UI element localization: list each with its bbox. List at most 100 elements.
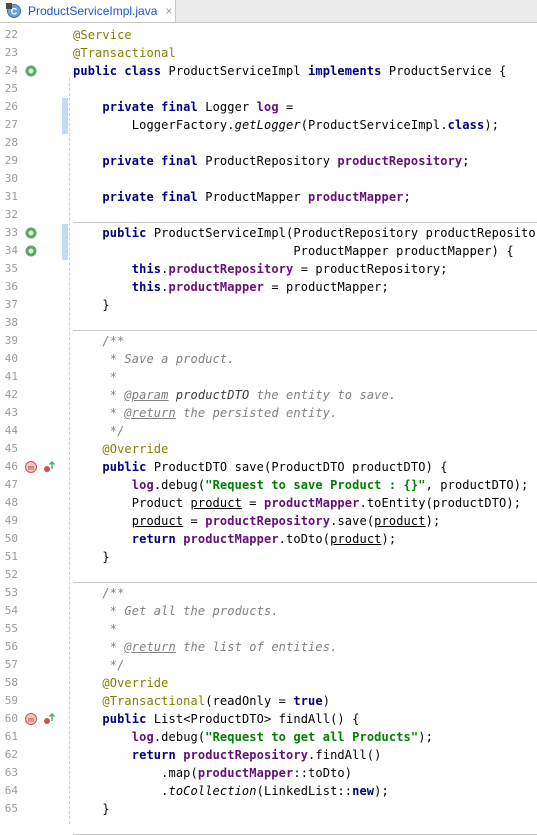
code-text: public List<ProductDTO> findAll() { bbox=[73, 710, 359, 728]
vcs-change-marker[interactable] bbox=[62, 98, 68, 134]
bean-green-icon[interactable] bbox=[24, 244, 38, 261]
code-line[interactable]: 28 bbox=[0, 134, 537, 152]
line-number: 56 bbox=[0, 638, 18, 656]
code-line[interactable]: 27 LoggerFactory.getLogger(ProductServic… bbox=[0, 116, 537, 134]
line-number: 54 bbox=[0, 602, 18, 620]
line-number: 40 bbox=[0, 350, 18, 368]
code-line[interactable]: 61 log.debug("Request to get all Product… bbox=[0, 728, 537, 746]
code-text: @Override bbox=[73, 674, 169, 692]
code-line[interactable]: 35 this.productRepository = productRepos… bbox=[0, 260, 537, 278]
code-line[interactable]: 26 private final Logger log = bbox=[0, 98, 537, 116]
line-number: 29 bbox=[0, 152, 18, 170]
code-line[interactable]: 57 */ bbox=[0, 656, 537, 674]
code-line[interactable]: 59 @Transactional(readOnly = true) bbox=[0, 692, 537, 710]
code-line[interactable]: 46 m public ProductDTO save(ProductDTO pr… bbox=[0, 458, 537, 476]
code-line[interactable]: 65 } bbox=[0, 800, 537, 818]
code-line[interactable]: 41 * bbox=[0, 368, 537, 386]
line-number: 27 bbox=[0, 116, 18, 134]
code-text: /** bbox=[73, 584, 124, 602]
code-line[interactable]: 49 product = productRepository.save(prod… bbox=[0, 512, 537, 530]
code-text: return productRepository.findAll() bbox=[73, 746, 382, 764]
code-text: * bbox=[73, 620, 117, 638]
code-line[interactable]: 53 /** bbox=[0, 584, 537, 602]
code-text: .map(productMapper::toDto) bbox=[73, 764, 352, 782]
code-line[interactable]: 56 * @return the list of entities. bbox=[0, 638, 537, 656]
code-line[interactable]: 58 @Override bbox=[0, 674, 537, 692]
code-text: * @param productDTO the entity to save. bbox=[73, 386, 396, 404]
code-line[interactable]: 63 .map(productMapper::toDto) bbox=[0, 764, 537, 782]
code-line[interactable]: 39 /** bbox=[0, 332, 537, 350]
code-line[interactable]: 25 bbox=[0, 80, 537, 98]
code-line[interactable]: 22@Service bbox=[0, 26, 537, 44]
code-line[interactable]: 50 return productMapper.toDto(product); bbox=[0, 530, 537, 548]
method-separator bbox=[73, 582, 537, 583]
line-number: 57 bbox=[0, 656, 18, 674]
code-text: * @return the list of entities. bbox=[73, 638, 337, 656]
code-line[interactable]: 48 Product product = productMapper.toEnt… bbox=[0, 494, 537, 512]
code-line[interactable]: 55 * bbox=[0, 620, 537, 638]
code-line[interactable]: 60 m public List<ProductDTO> findAll() { bbox=[0, 710, 537, 728]
code-line[interactable]: 33 public ProductServiceImpl(ProductRepo… bbox=[0, 224, 537, 242]
code-text: } bbox=[73, 296, 110, 314]
code-line[interactable]: 30 bbox=[0, 170, 537, 188]
line-number: 52 bbox=[0, 566, 18, 584]
bean-green-icon[interactable] bbox=[24, 226, 38, 243]
line-number: 58 bbox=[0, 674, 18, 692]
code-line[interactable]: 29 private final ProductRepository produ… bbox=[0, 152, 537, 170]
code-text: * @return the persisted entity. bbox=[73, 404, 337, 422]
close-tab-icon[interactable]: × bbox=[165, 4, 172, 18]
line-number: 25 bbox=[0, 80, 18, 98]
line-number: 61 bbox=[0, 728, 18, 746]
line-number: 59 bbox=[0, 692, 18, 710]
code-line[interactable]: 34 ProductMapper productMapper) { bbox=[0, 242, 537, 260]
line-number: 33 bbox=[0, 224, 18, 242]
line-number: 41 bbox=[0, 368, 18, 386]
code-text: public ProductServiceImpl(ProductReposit… bbox=[73, 224, 537, 242]
code-text: } bbox=[73, 800, 110, 818]
code-line[interactable]: 44 */ bbox=[0, 422, 537, 440]
line-number: 42 bbox=[0, 386, 18, 404]
code-text: public ProductDTO save(ProductDTO produc… bbox=[73, 458, 448, 476]
overrides-icon[interactable] bbox=[42, 712, 56, 729]
vcs-change-marker[interactable] bbox=[62, 224, 68, 260]
code-line[interactable]: 62 return productRepository.findAll() bbox=[0, 746, 537, 764]
line-number: 36 bbox=[0, 278, 18, 296]
code-line[interactable]: 45 @Override bbox=[0, 440, 537, 458]
code-line[interactable]: 23@Transactional bbox=[0, 44, 537, 62]
implemented-green-icon[interactable] bbox=[24, 64, 38, 81]
line-number: 26 bbox=[0, 98, 18, 116]
line-number: 47 bbox=[0, 476, 18, 494]
overrides-icon[interactable] bbox=[42, 460, 56, 477]
line-number: 46 bbox=[0, 458, 18, 476]
transactional-method-icon[interactable]: m bbox=[24, 712, 38, 729]
code-line[interactable]: 51 } bbox=[0, 548, 537, 566]
code-line[interactable]: 47 log.debug("Request to save Product : … bbox=[0, 476, 537, 494]
line-number: 65 bbox=[0, 800, 18, 818]
line-number: 35 bbox=[0, 260, 18, 278]
code-line[interactable]: 43 * @return the persisted entity. bbox=[0, 404, 537, 422]
code-line[interactable]: 54 * Get all the products. bbox=[0, 602, 537, 620]
code-text: private final ProductMapper productMappe… bbox=[73, 188, 411, 206]
code-text: * Save a product. bbox=[73, 350, 235, 368]
code-line[interactable]: 40 * Save a product. bbox=[0, 350, 537, 368]
line-number: 53 bbox=[0, 584, 18, 602]
code-editor[interactable]: 22@Service23@Transactional24public class… bbox=[0, 23, 537, 821]
code-line[interactable]: 36 this.productMapper = productMapper; bbox=[0, 278, 537, 296]
code-line[interactable]: 42 * @param productDTO the entity to sav… bbox=[0, 386, 537, 404]
file-tab[interactable]: C ProductServiceImpl.java × bbox=[0, 0, 176, 22]
line-number: 63 bbox=[0, 764, 18, 782]
line-number: 34 bbox=[0, 242, 18, 260]
code-text: return productMapper.toDto(product); bbox=[73, 530, 396, 548]
line-number: 60 bbox=[0, 710, 18, 728]
transactional-method-icon[interactable]: m bbox=[24, 460, 38, 477]
code-line[interactable]: 37 } bbox=[0, 296, 537, 314]
svg-text:m: m bbox=[28, 717, 34, 724]
code-line[interactable]: 24public class ProductServiceImpl implem… bbox=[0, 62, 537, 80]
code-text: log.debug("Request to save Product : {}"… bbox=[73, 476, 528, 494]
line-number: 48 bbox=[0, 494, 18, 512]
code-line[interactable]: 64 .toCollection(LinkedList::new); bbox=[0, 782, 537, 800]
line-number: 39 bbox=[0, 332, 18, 350]
code-text: product = productRepository.save(product… bbox=[73, 512, 440, 530]
code-text: log.debug("Request to get all Products")… bbox=[73, 728, 433, 746]
code-line[interactable]: 31 private final ProductMapper productMa… bbox=[0, 188, 537, 206]
